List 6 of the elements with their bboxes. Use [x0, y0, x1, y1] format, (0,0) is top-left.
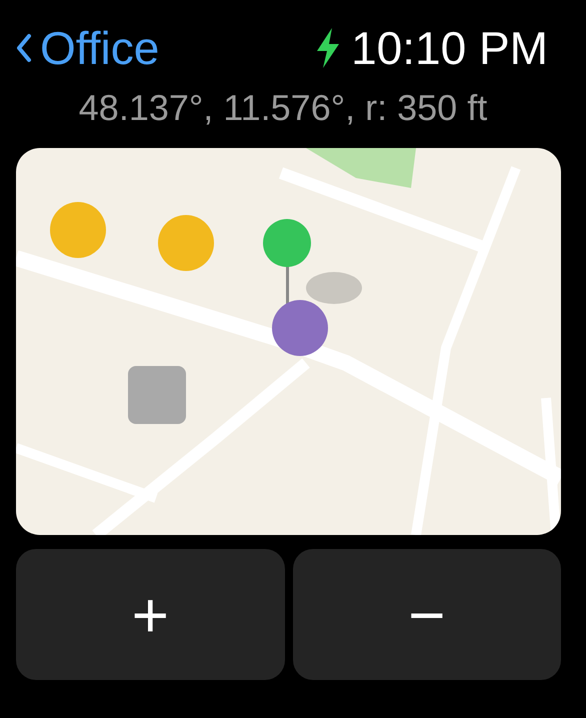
- zoom-in-button[interactable]: +: [16, 549, 284, 680]
- zoom-out-button[interactable]: −: [292, 549, 561, 680]
- back-title[interactable]: Office: [40, 25, 160, 71]
- time-label: 10:10 PM: [351, 25, 548, 71]
- back-icon[interactable]: [16, 33, 32, 63]
- coordinates-label: 48.137°, 11.576°, r: 350 ft: [78, 90, 488, 126]
